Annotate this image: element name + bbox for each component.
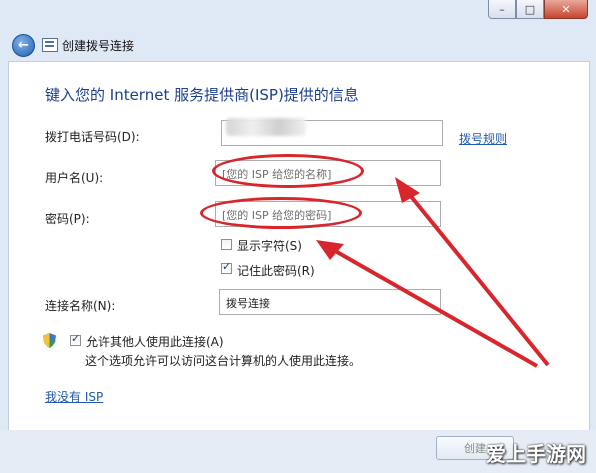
watermark: 爱上手游网 bbox=[486, 442, 586, 466]
dialog-window: – □ ✕ ← 创建拨号连接 键入您的 Internet 服务提供商(ISP)提… bbox=[0, 0, 596, 473]
annotation-arrows bbox=[316, 177, 550, 368]
